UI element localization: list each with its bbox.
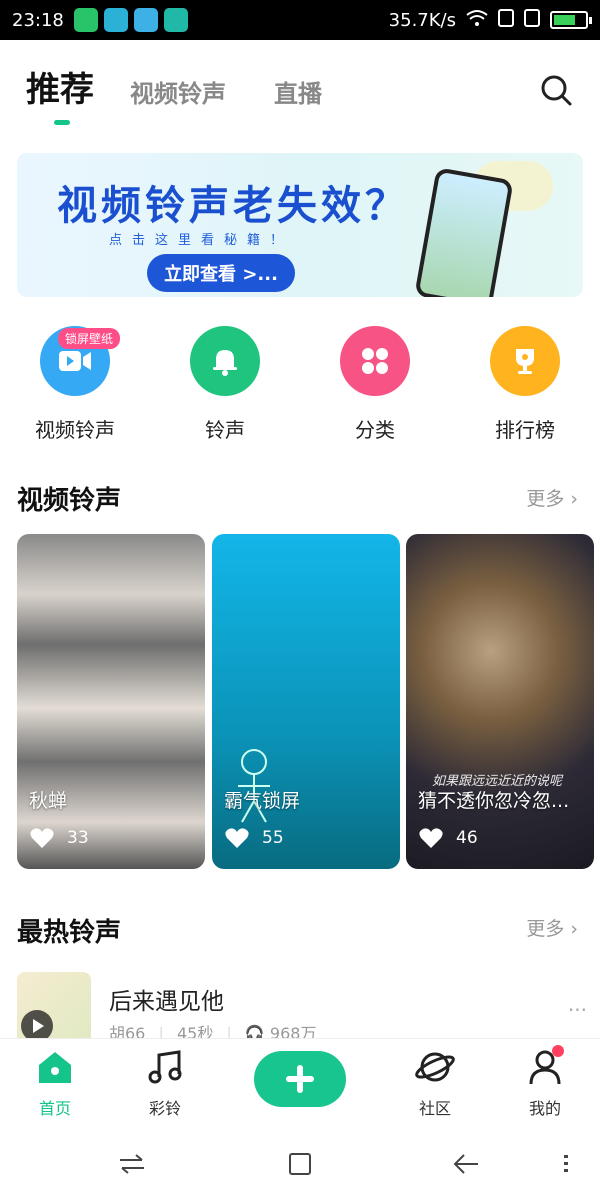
status-bar: 23:18 35.7K/s: [0, 0, 600, 40]
planet-icon: [415, 1052, 455, 1082]
top-nav: 推荐 视频铃声 直播: [26, 58, 574, 128]
app-notification-icon: [103, 8, 128, 32]
trophy-icon: [490, 326, 560, 396]
like-count: 55: [262, 828, 284, 848]
tab-profile[interactable]: 我的: [500, 1045, 590, 1119]
like-count: 33: [67, 828, 89, 848]
more-link-video[interactable]: 更多 ›: [526, 484, 578, 511]
music-note-icon: [148, 1050, 182, 1084]
video-card-likes: 33: [29, 826, 89, 850]
song-artist: 胡66: [109, 1024, 146, 1038]
headphones-icon: 🎧: [244, 1024, 265, 1038]
quick-label: 铃声: [205, 418, 245, 442]
bell-icon: [190, 326, 260, 396]
signal-icon: [498, 8, 514, 33]
play-icon[interactable]: [21, 1010, 53, 1038]
banner-cta-button[interactable]: 立即查看 >...: [147, 254, 295, 292]
notification-icons: [73, 8, 188, 32]
hot-song-list: 后来遇见他 胡66 | 45秒 | 🎧 968万 ···: [17, 972, 587, 1038]
video-card-likes: 46: [418, 826, 478, 850]
tab-coloring-ringtone[interactable]: 彩铃: [120, 1049, 210, 1119]
quick-label: 视频铃声: [35, 418, 115, 442]
video-card-title: 秋蝉: [29, 790, 68, 812]
video-card[interactable]: 秋蝉 33: [17, 534, 205, 869]
tab-label: 社区: [418, 1099, 451, 1118]
tab-home[interactable]: 首页: [10, 1049, 100, 1119]
video-cards: 秋蝉 33 霸气锁屏 55 如果跟远远近近的说呢 猜不透你忽冷忽... 46: [17, 534, 595, 869]
song-meta: 胡66 | 45秒 | 🎧 968万: [109, 1020, 316, 1038]
system-nav-bar: [0, 1128, 600, 1200]
tab-video-ringtones[interactable]: 视频铃声: [130, 74, 226, 109]
video-card-title: 猜不透你忽冷忽...: [418, 790, 570, 812]
wifi-icon: [466, 9, 488, 32]
banner-title: 视频铃声老失效？: [57, 183, 409, 229]
promo-banner[interactable]: 视频铃声老失效？ 点击这里看秘籍！ 立即查看 >...: [17, 153, 583, 297]
quick-badge: 锁屏壁纸: [58, 328, 121, 349]
video-card[interactable]: 霸气锁屏 55: [212, 534, 400, 869]
song-title: 后来遇见他: [109, 989, 224, 1015]
banner-subtitle: 点击这里看秘籍！: [109, 233, 294, 248]
heart-icon: [419, 828, 443, 848]
bottom-tab-bar: 首页 彩铃 社区 我的: [0, 1038, 600, 1128]
home-icon: [39, 1052, 71, 1083]
category-icon: [340, 326, 410, 396]
quick-label: 排行榜: [495, 418, 555, 442]
back-icon[interactable]: [448, 1146, 484, 1182]
section-title-hot: 最热铃声: [17, 918, 122, 948]
status-time: 23:18: [12, 9, 64, 31]
tab-label: 我的: [528, 1099, 561, 1118]
tab-recommend[interactable]: 推荐: [26, 62, 94, 111]
tab-live[interactable]: 直播: [274, 74, 322, 109]
like-count: 46: [456, 828, 478, 848]
switch-app-icon[interactable]: [114, 1146, 150, 1182]
video-card-title: 霸气锁屏: [224, 790, 301, 812]
section-title-video: 视频铃声: [17, 486, 122, 516]
song-duration: 45秒: [176, 1024, 214, 1038]
search-icon[interactable]: [538, 72, 574, 108]
more-link-hot[interactable]: 更多 ›: [526, 914, 578, 941]
quick-ranking[interactable]: 排行榜: [460, 326, 590, 443]
quick-entries: 锁屏壁纸 视频铃声 铃声 分类 排行榜: [0, 326, 600, 446]
phone-illustration: [414, 167, 514, 297]
notification-dot: [552, 1045, 564, 1057]
app-notification-icon: [133, 8, 158, 32]
heart-icon: [30, 828, 54, 848]
tab-label: 彩铃: [148, 1099, 181, 1118]
tab-label: 首页: [38, 1099, 71, 1118]
more-options-icon[interactable]: ···: [568, 998, 587, 1022]
quick-category[interactable]: 分类: [310, 326, 440, 443]
plus-icon: [286, 1065, 314, 1093]
song-cover: [17, 972, 91, 1038]
quick-video-ringtone[interactable]: 锁屏壁纸 视频铃声: [10, 326, 140, 443]
song-plays: 968万: [269, 1024, 317, 1038]
heart-icon: [225, 828, 249, 848]
tab-community[interactable]: 社区: [390, 1049, 480, 1119]
menu-icon[interactable]: [548, 1146, 584, 1182]
quick-label: 分类: [355, 418, 395, 442]
quick-ringtone[interactable]: 铃声: [160, 326, 290, 443]
home-square-icon[interactable]: [282, 1146, 318, 1182]
video-card[interactable]: 如果跟远远近近的说呢 猜不透你忽冷忽... 46: [406, 534, 594, 869]
network-speed: 35.7K/s: [388, 9, 456, 31]
signal-icon: [524, 8, 540, 33]
app-notification-icon: [73, 8, 98, 32]
video-card-likes: 55: [224, 826, 284, 850]
create-button[interactable]: [254, 1051, 346, 1107]
active-tab-indicator: [54, 120, 70, 125]
usb-icon: [163, 8, 188, 32]
battery-icon: [550, 11, 592, 29]
